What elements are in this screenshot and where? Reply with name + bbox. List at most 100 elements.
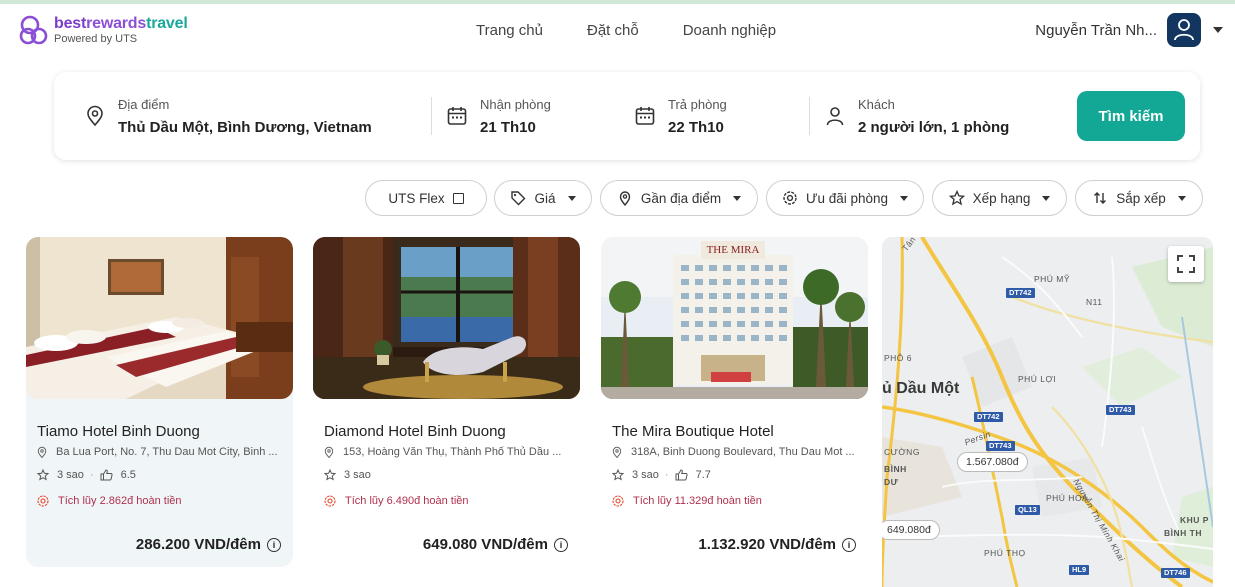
filter-label: Xếp hạng: [972, 190, 1031, 206]
location-label: Địa điểm: [118, 96, 170, 112]
filter-rating[interactable]: Xếp hạng: [932, 180, 1067, 216]
location-pin-icon: [37, 446, 47, 458]
checkout-label: Trả phòng: [668, 96, 727, 112]
chevron-down-icon[interactable]: [1213, 27, 1223, 33]
guests-field[interactable]: Khách 2 người lớn, 1 phòng: [824, 72, 1009, 160]
nav-item-business[interactable]: Doanh nghiệp: [683, 22, 776, 39]
map-road-tag: HL9: [1069, 565, 1090, 575]
map-area-label: BÌNH TH: [1164, 528, 1202, 538]
chevron-down-icon: [900, 195, 909, 201]
location-pin-icon: [324, 446, 334, 458]
nav-item-home[interactable]: Trang chủ: [476, 22, 543, 39]
hotel-name[interactable]: Diamond Hotel Binh Duong: [324, 423, 506, 440]
filter-room-deals[interactable]: Ưu đãi phòng: [766, 180, 924, 216]
filter-price[interactable]: Giá: [494, 180, 592, 216]
brand-subtitle: Powered by UTS: [54, 32, 138, 45]
map-view[interactable]: Tân Vạn - Mỹ Phước PHÚ MỸ N11 PHÚ LỢI PH…: [882, 237, 1213, 587]
checkin-label: Nhận phòng: [480, 96, 551, 112]
guests-value: 2 người lớn, 1 phòng: [858, 118, 1010, 136]
filter-label: Giá: [534, 190, 556, 206]
user-icon: [1174, 19, 1194, 41]
hotel-price: 1.132.920 VND/đêm i: [698, 536, 856, 553]
nav-item-bookings[interactable]: Đặt chỗ: [587, 22, 639, 39]
info-icon[interactable]: i: [554, 537, 568, 552]
hotel-stars: 3 sao: [632, 469, 659, 481]
filter-label: Ưu đãi phòng: [805, 190, 889, 206]
logo-mark-icon: [19, 15, 48, 45]
map-price-pin[interactable]: 649.080đ: [882, 520, 940, 540]
hotel-stars: 3 sao: [57, 469, 84, 481]
hotel-address: Ba Lua Port, No. 7, Thu Dau Mot City, Bi…: [37, 446, 287, 458]
hotel-name[interactable]: Tiamo Hotel Binh Duong: [37, 423, 200, 440]
location-field[interactable]: Địa điểm Thủ Dầu Một, Bình Dương, Vietna…: [84, 72, 372, 160]
chevron-down-icon: [1042, 195, 1051, 201]
search-button[interactable]: Tìm kiếm: [1077, 91, 1185, 141]
map-road-tag: DT743: [986, 441, 1015, 451]
map-area-label: N11: [1086, 297, 1103, 307]
checkbox-icon[interactable]: [452, 192, 464, 204]
checkout-value: 22 Th10: [668, 118, 724, 136]
location-pin-icon: [619, 191, 631, 206]
filter-sort[interactable]: Sắp xếp: [1075, 180, 1203, 216]
hotel-photo[interactable]: [26, 237, 293, 399]
divider: [431, 97, 432, 135]
hotel-photo[interactable]: [313, 237, 580, 399]
sort-icon: [1094, 192, 1107, 204]
person-icon: [826, 107, 844, 126]
star-icon: [324, 469, 336, 481]
map-area-label: PHÚ MỸ: [1034, 274, 1071, 284]
map-area-label: PHÚ LỢI: [1018, 374, 1057, 384]
filter-bar: UTS Flex Giá Gần địa điểm Ưu đãi phòng X…: [0, 180, 1235, 216]
map-city-label: ủ Dầu Một: [882, 380, 960, 397]
cashback-badge-icon: [612, 495, 624, 507]
calendar-icon: [447, 107, 467, 125]
hotel-name[interactable]: The Mira Boutique Hotel: [612, 423, 774, 440]
location-pin-icon: [87, 105, 103, 127]
map-price-pin[interactable]: 1.567.080đ: [957, 452, 1028, 472]
fullscreen-icon: [1177, 255, 1195, 273]
hotel-meta: 3 sao · 6.5: [37, 469, 136, 481]
hotel-meta: 3 sao: [324, 469, 371, 481]
user-menu[interactable]: Nguyễn Trần Nh...: [1035, 13, 1223, 47]
hotel-address: 318A, Binh Duong Boulevard, Thu Dau Mot …: [612, 446, 862, 458]
location-value: Thủ Dầu Một, Bình Dương, Vietnam: [118, 118, 372, 136]
filter-label: Gần địa điểm: [640, 190, 722, 206]
hotel-reward: Tích lũy 11.329đ hoàn tiền: [612, 495, 762, 507]
map-area-label: PHÔ 6: [884, 353, 913, 363]
checkout-field[interactable]: Trả phòng 22 Th10: [634, 72, 727, 160]
divider: [809, 97, 810, 135]
map-area-label: PHÚ THỌ: [984, 548, 1026, 558]
user-name: Nguyễn Trần Nh...: [1035, 21, 1157, 39]
hotel-card[interactable]: Tiamo Hotel Binh Duong Ba Lua Port, No. …: [26, 237, 293, 567]
checkin-value: 21 Th10: [480, 118, 536, 136]
thumbs-up-icon: [675, 469, 688, 481]
fullscreen-button[interactable]: [1168, 246, 1204, 282]
header: bestrewardstravel Powered by UTS Trang c…: [0, 4, 1235, 60]
map-road-tag: DT746: [1161, 568, 1190, 578]
hotel-card[interactable]: THE MIRA The Mira Boutique Hotel 318A, B…: [601, 237, 868, 567]
filter-uts-flex[interactable]: UTS Flex: [365, 180, 487, 216]
hotel-reward: Tích lũy 6.490đ hoàn tiền: [324, 495, 469, 507]
avatar[interactable]: [1167, 13, 1201, 47]
hotel-meta: 3 sao · 7.7: [612, 469, 711, 481]
star-icon: [948, 190, 965, 206]
map-road-tag: DT742: [1006, 288, 1035, 298]
map-area-label: BÌNH DƯ: [884, 464, 907, 487]
info-icon[interactable]: i: [842, 537, 856, 552]
info-icon[interactable]: i: [267, 537, 281, 552]
brand-logo[interactable]: bestrewardstravel Powered by UTS: [18, 14, 188, 46]
main-nav: Trang chủ Đặt chỗ Doanh nghiệp: [476, 22, 820, 39]
chevron-down-icon: [1177, 195, 1186, 201]
hotel-photo[interactable]: THE MIRA: [601, 237, 868, 399]
badge-icon: [783, 191, 797, 205]
map-area-label: CƯỜNG: [884, 447, 920, 457]
filter-near-location[interactable]: Gần địa điểm: [600, 180, 758, 216]
search-bar: Địa điểm Thủ Dầu Một, Bình Dương, Vietna…: [54, 72, 1200, 160]
location-pin-icon: [612, 446, 622, 458]
thumbs-up-icon: [100, 469, 113, 481]
chevron-down-icon: [567, 195, 576, 201]
hotel-card[interactable]: Diamond Hotel Binh Duong 153, Hoàng Văn …: [313, 237, 580, 567]
star-icon: [612, 469, 624, 481]
star-icon: [37, 469, 49, 481]
checkin-field[interactable]: Nhận phòng 21 Th10: [446, 72, 551, 160]
